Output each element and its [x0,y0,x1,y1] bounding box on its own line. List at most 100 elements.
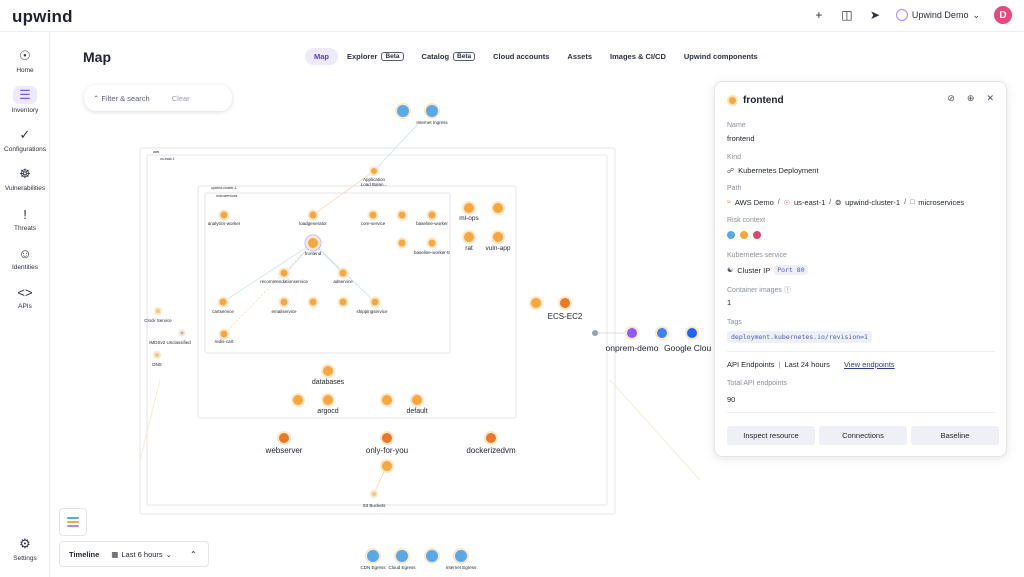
path-region[interactable]: us-east-1 [794,198,825,207]
internet-exposure-icon[interactable] [727,231,735,239]
egress-node[interactable] [396,550,408,562]
sidebar-item-home[interactable]: ☉ Home [0,48,50,74]
network-icon: ☯ [727,267,734,274]
tag-chip: deployment.kubernetes.io/revision=1 [727,331,872,343]
focus-icon[interactable]: ⊕ [967,93,975,104]
onprem-label: onprem-demo [606,343,659,353]
close-icon[interactable]: ✕ [986,93,994,104]
group-node[interactable] [493,232,503,242]
connections-button[interactable]: Connections [819,426,907,445]
timeline-range-select[interactable]: ▦ Last 6 hours ⌄ [111,550,172,559]
separator: / [829,199,832,206]
onprem-node[interactable] [627,328,637,338]
imdsv2-node[interactable] [180,331,184,335]
egress-node[interactable] [367,550,379,562]
group-node[interactable] [323,395,333,405]
tab-images-cicd[interactable]: Images & CI/CD [601,48,675,65]
timeline-bar[interactable]: Timeline ▦ Last 6 hours ⌄ ⌃ [59,541,209,567]
service-node[interactable] [280,298,288,306]
path-namespace[interactable]: microservices [918,198,964,207]
kind-text: Kubernetes Deployment [738,166,819,175]
group-node[interactable] [279,433,289,443]
service-node[interactable] [371,298,379,306]
avatar[interactable]: D [994,6,1012,24]
bug-icon: ☸ [19,166,31,181]
plus-icon[interactable]: + [812,8,826,22]
info-icon[interactable]: ⓘ [784,287,791,294]
group-node[interactable] [382,433,392,443]
tab-upwind-components[interactable]: Upwind components [675,48,767,65]
sidebar-item-identities[interactable]: ☺ Identities [0,245,50,272]
baseline-button[interactable]: Baseline [911,426,999,445]
group-node[interactable] [382,461,392,471]
sidebar-item-settings[interactable]: ⚙ Settings [0,536,50,562]
group-node[interactable] [560,298,570,308]
sidebar-item-configurations[interactable]: ✓ Configurations [0,127,50,153]
filter-search-label[interactable]: Filter & search [101,94,149,103]
sidebar-item-vulnerabilities[interactable]: ☸ Vulnerabilities [0,166,50,192]
tab-catalog[interactable]: Catalog Beta [413,48,485,65]
upwind-logo[interactable]: upwind [12,7,73,27]
tab-assets[interactable]: Assets [558,48,601,65]
tab-cloud-accounts[interactable]: Cloud accounts [484,48,558,65]
expand-icon[interactable]: ⌃ [190,550,197,559]
service-node[interactable] [339,298,347,306]
load-balancer-node[interactable] [371,168,377,174]
internet-ingress-node[interactable] [397,105,409,117]
group-node[interactable] [323,366,333,376]
sensitive-data-icon[interactable] [740,231,748,239]
s3-node[interactable] [372,492,376,496]
filter-bar[interactable]: ⌃ Filter & search Clear [84,85,232,111]
onprem-node[interactable] [657,328,667,338]
service-node[interactable] [219,298,227,306]
service-node[interactable] [308,238,318,248]
chevron-up-icon[interactable]: ⌃ [93,94,101,103]
group-node[interactable] [493,203,503,213]
group-node[interactable] [412,395,422,405]
sidebar-item-threats[interactable]: ! Threats [0,206,50,233]
group-node[interactable] [486,433,496,443]
service-node[interactable] [428,239,436,247]
deployment-icon [727,95,738,106]
service-node[interactable] [369,211,377,219]
service-node[interactable] [309,298,317,306]
view-endpoints-link[interactable]: View endpoints [844,360,895,369]
service-node[interactable] [280,269,288,277]
group-node[interactable] [464,203,474,213]
egress-node[interactable] [426,550,438,562]
path-account[interactable]: AWS Demo [735,198,774,207]
run-icon[interactable]: ➤ [868,8,882,22]
tab-explorer[interactable]: Explorer Beta [338,48,413,65]
path-cluster[interactable]: upwind-cluster-1 [845,198,900,207]
internet-ingress-node[interactable] [426,105,438,117]
google-cloud-node[interactable] [687,328,697,338]
egress-node[interactable] [455,550,467,562]
group-node[interactable] [464,232,474,242]
sidebar-item-apis[interactable]: <> APIs [0,284,50,311]
group-node[interactable] [382,395,392,405]
inspect-resource-button[interactable]: Inspect resource [727,426,815,445]
tab-map[interactable]: Map [305,48,338,65]
service-node[interactable] [398,239,406,247]
legend-line-icon [67,521,79,523]
port-chip: Port 80 [774,265,808,275]
service-node[interactable] [309,211,317,219]
service-node[interactable] [220,330,228,338]
clear-button[interactable]: Clear [172,94,190,103]
dns-node[interactable] [155,353,159,357]
hide-icon[interactable]: ⊘ [947,93,955,104]
vulnerability-risk-icon[interactable] [753,231,761,239]
service-node[interactable] [339,269,347,277]
service-node[interactable] [398,211,406,219]
book-icon[interactable]: ◫ [840,8,854,22]
service-node[interactable] [428,211,436,219]
group-node[interactable] [293,395,303,405]
legend-button[interactable] [59,508,87,536]
service-node[interactable] [220,211,228,219]
sidebar-item-inventory[interactable]: ☰ Inventory [0,86,50,114]
tab-label: Map [314,52,329,61]
google-cloud-label: Google Clou [664,343,712,353]
org-switcher[interactable]: Upwind Demo ⌄ [895,9,980,21]
group-node[interactable] [531,298,541,308]
clock-service-node[interactable] [156,309,160,313]
